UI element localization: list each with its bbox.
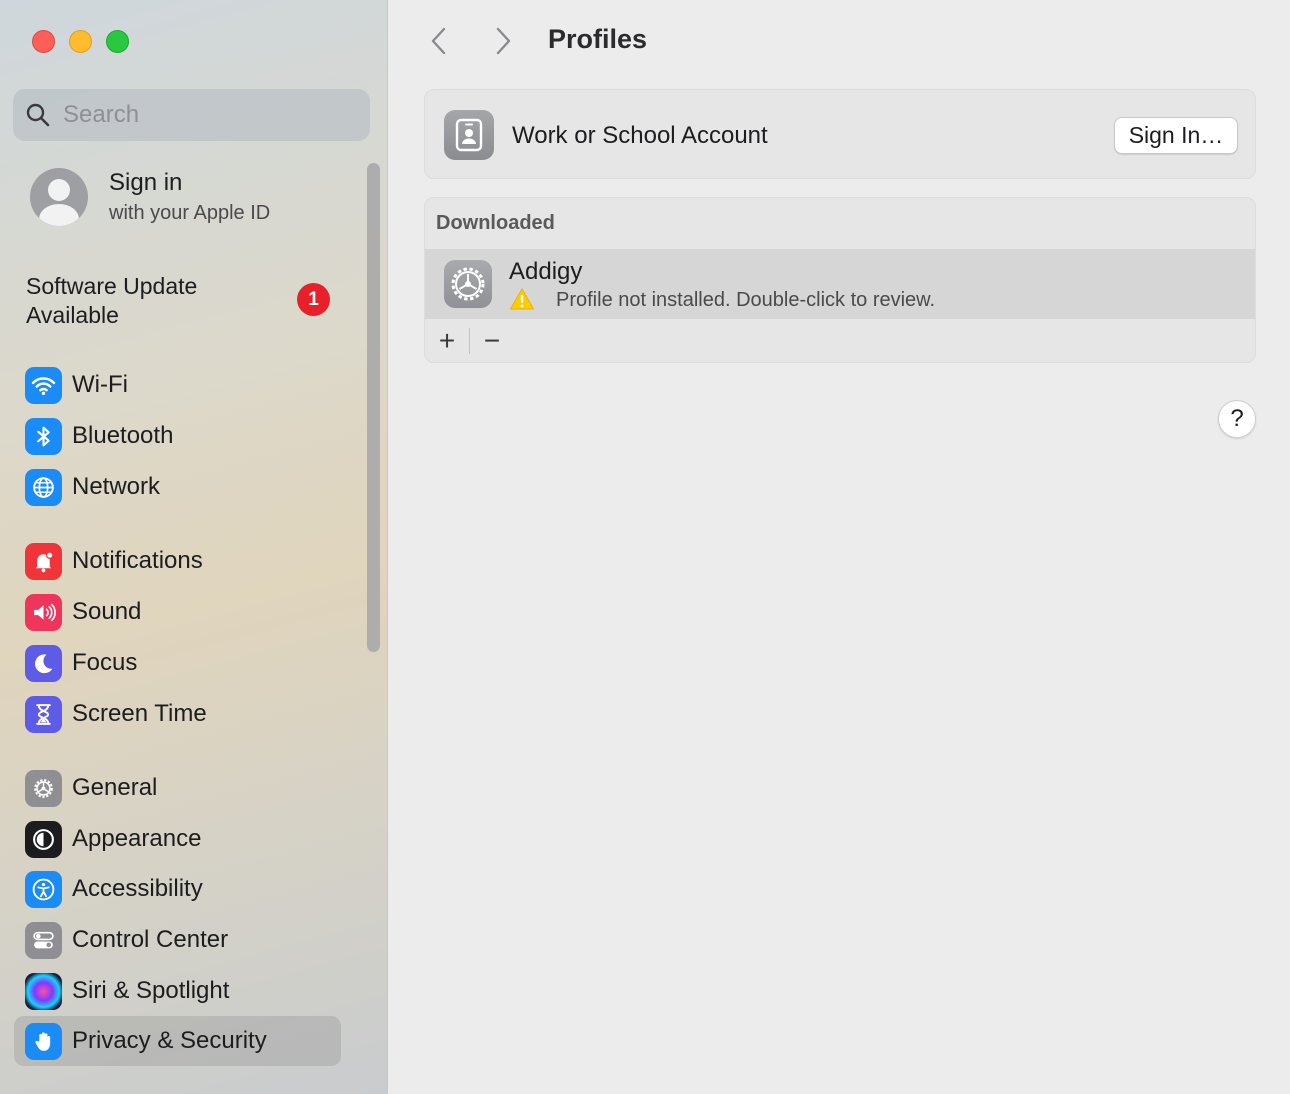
chevron-left-icon (431, 27, 446, 55)
signin-subtitle: with your Apple ID (109, 202, 271, 224)
hand-icon (25, 1022, 62, 1060)
page-title: Profiles (548, 24, 648, 54)
bell-icon (25, 542, 62, 580)
sidebar-item-label: Privacy & Security (72, 1027, 267, 1054)
sidebar-item-network[interactable]: Network (14, 462, 341, 512)
sidebar-item-label: Focus (72, 649, 138, 676)
sidebar-item-general[interactable]: General (14, 763, 341, 813)
moon-icon (25, 644, 62, 682)
sidebar-item-sound[interactable]: Sound (14, 587, 341, 637)
sidebar-item-privacy-security[interactable]: Privacy & Security (14, 1016, 341, 1066)
sidebar-item-notifications[interactable]: Notifications (14, 536, 341, 586)
sidebar-item-screen-time[interactable]: Screen Time (14, 689, 341, 739)
accessibility-icon (25, 870, 62, 908)
sidebar-item-label: General (72, 774, 158, 801)
window-controls (32, 30, 129, 53)
appearance-icon (25, 820, 62, 858)
bluetooth-icon (25, 417, 62, 455)
sidebar-item-focus[interactable]: Focus (14, 638, 341, 688)
siri-icon (25, 972, 62, 1010)
search-field[interactable] (13, 89, 370, 141)
sidebar-item-label: Network (72, 473, 161, 500)
sidebar-item-label: Wi-Fi (72, 371, 128, 398)
downloaded-profiles-card: Downloaded Addigy Profile not installed.… (424, 197, 1256, 363)
sidebar-scrollbar[interactable] (367, 163, 380, 652)
sidebar-item-siri-spotlight[interactable]: Siri & Spotlight (14, 966, 341, 1016)
chevron-right-icon (496, 27, 511, 55)
help-button[interactable]: ? (1218, 400, 1256, 438)
sign-in-button[interactable]: Sign In… (1114, 117, 1238, 154)
wifi-icon (25, 366, 62, 404)
forward-button[interactable] (488, 24, 518, 58)
zoom-window-button[interactable] (106, 30, 129, 53)
avatar (30, 168, 88, 226)
main-content: Profiles Work or School Account Sign In…… (388, 0, 1290, 1094)
gear-icon (444, 260, 492, 308)
sidebar-item-label: Siri & Spotlight (72, 977, 230, 1004)
signin-title: Sign in (109, 169, 183, 196)
downloaded-header: Downloaded (436, 212, 555, 234)
profile-name: Addigy (509, 258, 583, 285)
close-window-button[interactable] (32, 30, 55, 53)
add-profile-button[interactable]: + (425, 319, 469, 362)
sidebar-item-label: Bluetooth (72, 422, 174, 449)
work-account-card: Work or School Account Sign In… (424, 89, 1256, 179)
sidebar-item-label: Notifications (72, 547, 203, 574)
sidebar-item-bluetooth[interactable]: Bluetooth (14, 411, 341, 461)
sidebar-item-accessibility[interactable]: Accessibility (14, 864, 341, 914)
update-badge: 1 (297, 283, 330, 316)
globe-icon (25, 468, 62, 506)
hourglass-icon (25, 695, 62, 733)
software-update-item[interactable]: Software Update Available 1 (26, 272, 336, 330)
profile-toolbar: + − (425, 319, 1255, 362)
sidebar-item-label: Screen Time (72, 700, 207, 727)
search-icon (26, 103, 50, 127)
gear-icon (25, 769, 62, 807)
apple-id-signin[interactable]: Sign in with your Apple ID (30, 168, 270, 226)
id-badge-icon (444, 110, 494, 160)
sidebar-item-control-center[interactable]: Control Center (14, 915, 341, 965)
software-update-line1: Software Update (26, 273, 198, 299)
sidebar-item-label: Sound (72, 598, 142, 625)
speaker-icon (25, 593, 62, 631)
minimize-window-button[interactable] (69, 30, 92, 53)
toggles-icon (25, 921, 62, 959)
work-account-label: Work or School Account (512, 122, 768, 149)
profile-row-addigy[interactable]: Addigy Profile not installed. Double-cli… (425, 249, 1255, 319)
sidebar-item-label: Control Center (72, 926, 229, 953)
profile-status: Profile not installed. Double-click to r… (556, 289, 936, 311)
back-button[interactable] (424, 24, 454, 58)
sidebar-item-label: Accessibility (72, 875, 203, 902)
software-update-line2: Available (26, 302, 119, 328)
sidebar-item-appearance[interactable]: Appearance (14, 814, 341, 864)
remove-profile-button[interactable]: − (470, 319, 514, 362)
search-input[interactable] (63, 101, 353, 129)
warning-icon (510, 288, 534, 310)
sidebar-item-wifi[interactable]: Wi-Fi (14, 360, 341, 410)
sidebar: Sign in with your Apple ID Software Upda… (0, 0, 388, 1094)
sidebar-item-label: Appearance (72, 825, 202, 852)
